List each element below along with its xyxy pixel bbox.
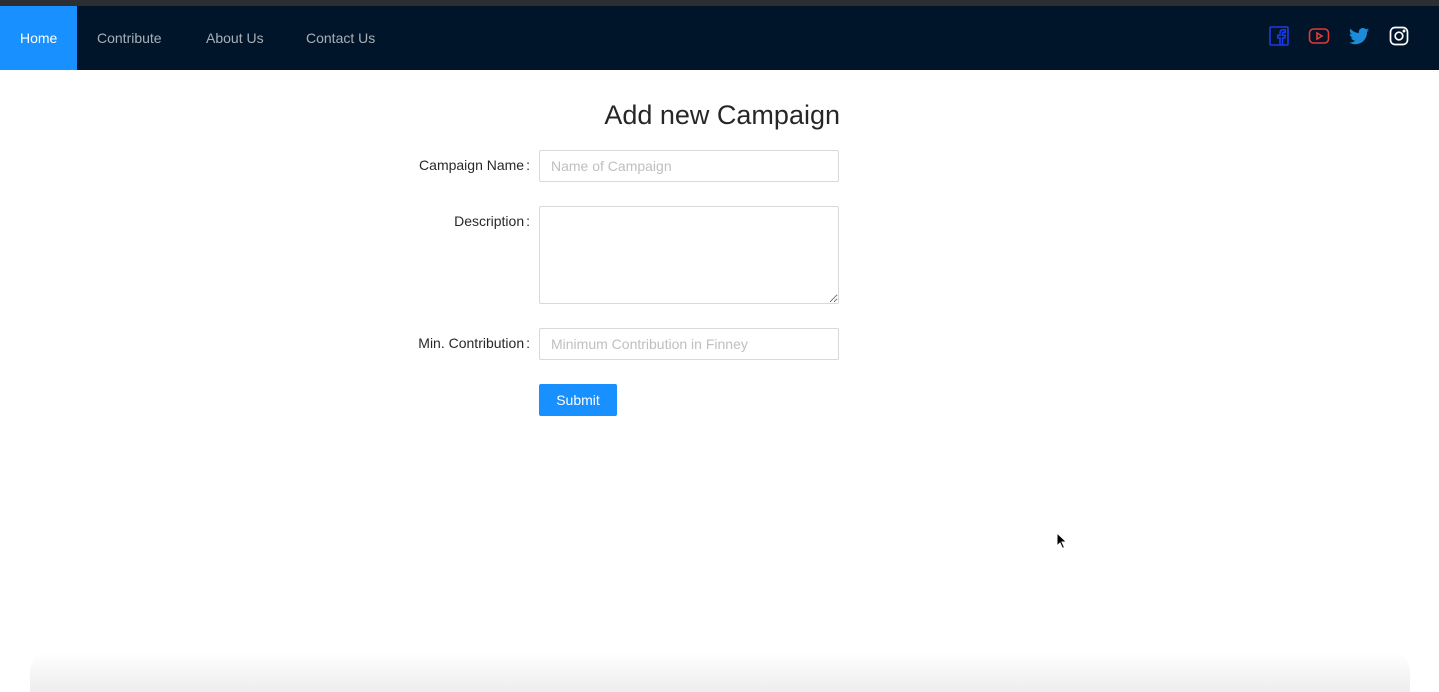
nav-item-label: Contact Us (306, 30, 376, 46)
instagram-icon[interactable] (1387, 24, 1411, 48)
description-textarea[interactable] (539, 206, 839, 304)
label-colon: : (526, 213, 530, 229)
min-contribution-input[interactable] (539, 328, 839, 360)
nav-item-label: Home (20, 30, 58, 46)
nav-item-contact-us[interactable]: Contact Us (306, 6, 375, 70)
nav-item-about-us[interactable]: About Us (206, 6, 264, 70)
twitter-icon[interactable] (1347, 24, 1371, 48)
submit-button[interactable]: Submit (539, 384, 617, 416)
mouse-cursor-icon (1056, 532, 1068, 550)
campaign-name-input[interactable] (539, 150, 839, 182)
nav-item-label: About Us (206, 30, 264, 46)
min-contribution-label-text: Min. Contribution (418, 335, 525, 351)
page-title: Add new Campaign (604, 100, 840, 130)
nav-item-contribute[interactable]: Contribute (97, 6, 162, 70)
facebook-icon[interactable] (1267, 24, 1291, 48)
campaign-name-label-text: Campaign Name (419, 157, 525, 173)
description-label: Description: (340, 213, 530, 229)
description-label-text: Description (454, 213, 525, 229)
top-navbar: Home Contribute About Us Contact Us (0, 6, 1439, 70)
bottom-panel-shadow (30, 652, 1410, 692)
label-colon: : (526, 335, 530, 351)
nav-item-home[interactable]: Home (0, 6, 78, 70)
label-colon: : (526, 157, 530, 173)
campaign-name-label: Campaign Name: (340, 157, 530, 173)
min-contribution-label: Min. Contribution: (340, 335, 530, 351)
youtube-icon[interactable] (1307, 24, 1331, 48)
nav-item-label: Contribute (97, 30, 162, 46)
